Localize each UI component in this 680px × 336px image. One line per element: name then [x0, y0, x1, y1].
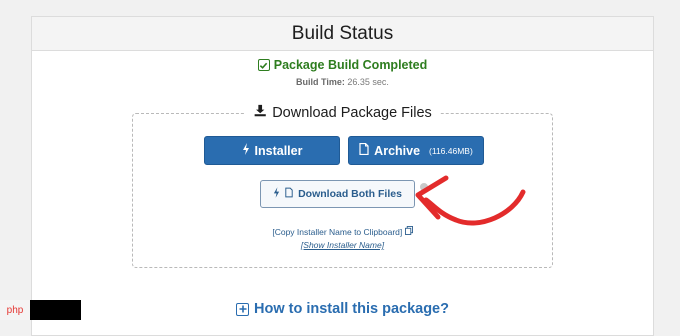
installer-button[interactable]: Installer: [204, 136, 340, 165]
check-square-icon: [257, 59, 270, 71]
annotation-arrow-icon: [415, 175, 526, 226]
archive-size: (116.46MB): [429, 145, 473, 156]
bolt-icon: [273, 187, 280, 201]
panel-header: Build Status: [32, 17, 653, 51]
watermark-bar: [30, 300, 81, 320]
watermark: php: [0, 300, 81, 320]
build-time: Build Time: 26.35 sec.: [32, 77, 653, 87]
panel-title: Build Status: [291, 22, 394, 44]
download-both-label: Download Both Files: [298, 188, 402, 200]
build-time-label: Build Time:: [296, 77, 345, 87]
plus-square-icon: [236, 302, 249, 316]
build-completed-status: Package Build Completed: [32, 58, 653, 72]
download-legend: Download Package Files: [244, 104, 441, 121]
archive-button-label: Archive: [374, 143, 421, 158]
build-status-panel: Build Status Package Build Completed Bui…: [31, 16, 654, 336]
build-time-value: 26.35 sec.: [347, 77, 389, 87]
download-legend-text: Download Package Files: [272, 104, 432, 121]
download-both-files-button[interactable]: Download Both Files: [260, 180, 415, 208]
bolt-icon: [242, 143, 250, 158]
file-icon: [285, 187, 293, 201]
watermark-text: php: [0, 300, 30, 320]
copy-link-text: [Copy Installer Name to Clipboard]: [272, 227, 403, 237]
status-text: Package Build Completed: [273, 58, 428, 72]
file-archive-icon: [359, 142, 369, 158]
download-icon: [253, 104, 266, 121]
how-to-install-link[interactable]: How to install this package?: [32, 301, 653, 317]
installer-button-label: Installer: [254, 143, 303, 158]
archive-button[interactable]: Archive (116.46MB): [348, 136, 484, 165]
how-to-install-label: How to install this package?: [254, 301, 449, 317]
